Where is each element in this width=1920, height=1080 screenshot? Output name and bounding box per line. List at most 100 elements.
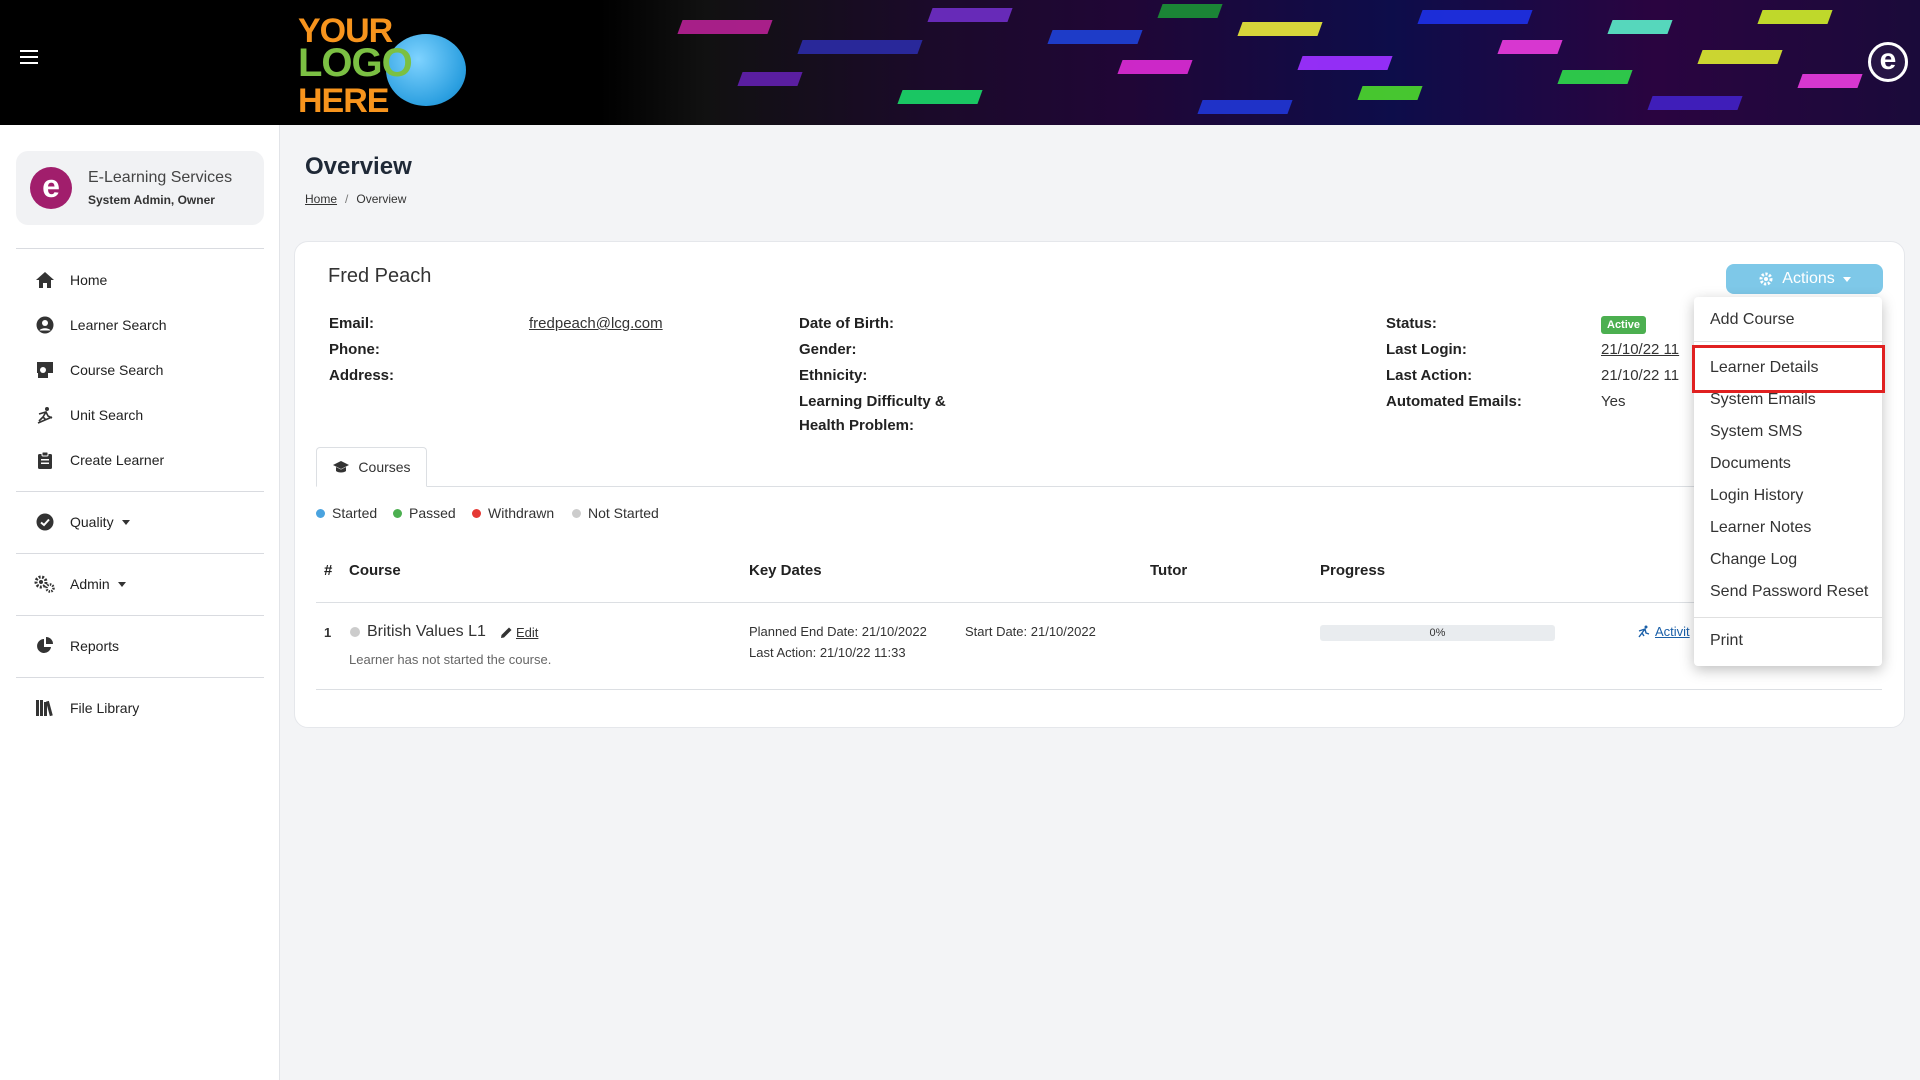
menu-item-learner-notes[interactable]: Learner Notes xyxy=(1710,519,1811,537)
sidebar-item-label: Course Search xyxy=(70,362,164,378)
breadcrumb-separator: / xyxy=(345,192,349,206)
logo-text-2: LOGO xyxy=(298,41,413,85)
menu-item-system-sms[interactable]: System SMS xyxy=(1710,423,1802,441)
menu-item-system-emails[interactable]: System Emails xyxy=(1710,391,1816,409)
graduation-cap-icon xyxy=(332,460,350,474)
sidebar: e E-Learning Services System Admin, Owne… xyxy=(0,125,280,1080)
last-action-date: Last Action: 21/10/22 11:33 xyxy=(749,645,906,660)
menu-divider xyxy=(1694,341,1882,342)
tab-courses-label: Courses xyxy=(358,459,411,475)
table-header-line xyxy=(316,602,1882,603)
phone-label: Phone: xyxy=(329,341,380,358)
chevron-down-icon xyxy=(1842,276,1851,282)
legend-label: Passed xyxy=(409,505,456,521)
org-role: System Admin, Owner xyxy=(88,193,215,207)
sidebar-divider xyxy=(16,491,264,492)
col-num: # xyxy=(324,562,333,579)
sidebar-item-home[interactable]: Home xyxy=(34,267,107,293)
sidebar-item-file-library[interactable]: File Library xyxy=(34,695,139,721)
menu-item-documents[interactable]: Documents xyxy=(1710,455,1791,473)
sidebar-item-label: File Library xyxy=(70,700,140,716)
menu-item-print[interactable]: Print xyxy=(1710,632,1743,650)
menu-item-change-log[interactable]: Change Log xyxy=(1710,551,1797,569)
sidebar-item-quality[interactable]: Quality xyxy=(34,509,130,535)
email-link[interactable]: fredpeach@lcg.com xyxy=(529,315,663,332)
ldd-label-line2: Health Problem: xyxy=(799,417,915,434)
top-header: YOUR LOGO HERE e xyxy=(0,0,1920,125)
gears-icon xyxy=(34,573,56,595)
last-action-label: Last Action: xyxy=(1386,367,1473,384)
user-circle-icon xyxy=(34,314,56,336)
company-logo: YOUR LOGO HERE xyxy=(298,10,473,120)
edit-course-link[interactable]: Edit xyxy=(500,625,538,640)
actions-button[interactable]: Actions xyxy=(1726,264,1883,294)
sidebar-divider xyxy=(16,248,264,249)
teacher-icon xyxy=(34,359,56,381)
dob-label: Date of Birth: xyxy=(799,315,894,332)
org-avatar: e xyxy=(30,167,72,209)
table-row-line xyxy=(316,689,1882,690)
start-date: Start Date: 21/10/2022 xyxy=(965,624,1096,639)
sidebar-item-admin[interactable]: Admin xyxy=(34,571,126,597)
sidebar-divider xyxy=(16,615,264,616)
started-dot-icon xyxy=(316,508,325,518)
course-note: Learner has not started the course. xyxy=(349,652,552,667)
sidebar-item-label: Quality xyxy=(70,514,114,530)
ethnicity-label: Ethnicity: xyxy=(799,367,868,384)
menu-item-add-course[interactable]: Add Course xyxy=(1710,311,1795,329)
withdrawn-dot-icon xyxy=(472,508,481,518)
address-label: Address: xyxy=(329,367,395,384)
status-label: Status: xyxy=(1386,315,1437,332)
sidebar-item-reports[interactable]: Reports xyxy=(34,633,119,659)
legend-not-started: Not Started xyxy=(572,505,659,521)
auto-emails-value: Yes xyxy=(1601,393,1626,410)
tab-courses[interactable]: Courses xyxy=(316,447,427,487)
learner-name: Fred Peach xyxy=(328,265,432,287)
course-name: British Values L1 xyxy=(367,623,486,640)
sidebar-divider xyxy=(16,677,264,678)
highlight-box xyxy=(1692,345,1885,393)
edit-label: Edit xyxy=(516,625,539,640)
ldd-label-line1: Learning Difficulty & xyxy=(799,393,946,410)
home-icon xyxy=(34,269,56,291)
gender-label: Gender: xyxy=(799,341,857,358)
status-badge: Active xyxy=(1601,316,1647,334)
sidebar-item-label: Learner Search xyxy=(70,317,167,333)
col-course: Course xyxy=(349,562,401,579)
sidebar-item-create-learner[interactable]: Create Learner xyxy=(34,447,164,473)
col-tutor: Tutor xyxy=(1150,562,1188,579)
unit-icon xyxy=(34,404,56,426)
activity-link[interactable]: Activit xyxy=(1637,624,1690,639)
status-dot-icon xyxy=(350,627,360,637)
last-login-value[interactable]: 21/10/22 11 xyxy=(1601,341,1679,358)
not-started-dot-icon xyxy=(572,508,581,518)
sidebar-item-unit-search[interactable]: Unit Search xyxy=(34,402,143,428)
sidebar-item-label: Unit Search xyxy=(70,407,144,423)
legend-label: Withdrawn xyxy=(488,505,555,521)
hamburger-icon[interactable] xyxy=(20,50,38,64)
breadcrumb: Home / Overview xyxy=(305,192,406,206)
sidebar-item-learner-search[interactable]: Learner Search xyxy=(34,312,167,338)
row-num: 1 xyxy=(324,625,332,640)
sidebar-item-label: Create Learner xyxy=(70,452,165,468)
menu-divider xyxy=(1694,617,1882,618)
menu-item-send-password-reset[interactable]: Send Password Reset xyxy=(1710,583,1868,601)
books-icon xyxy=(34,697,56,719)
gear-icon xyxy=(1758,271,1774,287)
header-banner: e xyxy=(600,0,1920,125)
last-action-value: 21/10/22 11 xyxy=(1601,367,1680,384)
legend-withdrawn: Withdrawn xyxy=(472,505,554,521)
legend-label: Started xyxy=(332,505,378,521)
org-name: E-Learning Services xyxy=(88,169,233,186)
breadcrumb-home-link[interactable]: Home xyxy=(305,192,337,206)
sidebar-item-label: Home xyxy=(70,272,108,288)
menu-item-login-history[interactable]: Login History xyxy=(1710,487,1803,505)
chevron-down-icon xyxy=(121,519,130,525)
check-circle-icon xyxy=(34,511,56,533)
activity-icon xyxy=(1637,625,1651,639)
org-card[interactable]: e E-Learning Services System Admin, Owne… xyxy=(16,151,264,225)
logo-text-3: HERE xyxy=(298,82,389,120)
sidebar-item-course-search[interactable]: Course Search xyxy=(34,357,163,383)
planned-end-date: Planned End Date: 21/10/2022 xyxy=(749,624,927,639)
sidebar-item-label: Admin xyxy=(70,576,110,592)
